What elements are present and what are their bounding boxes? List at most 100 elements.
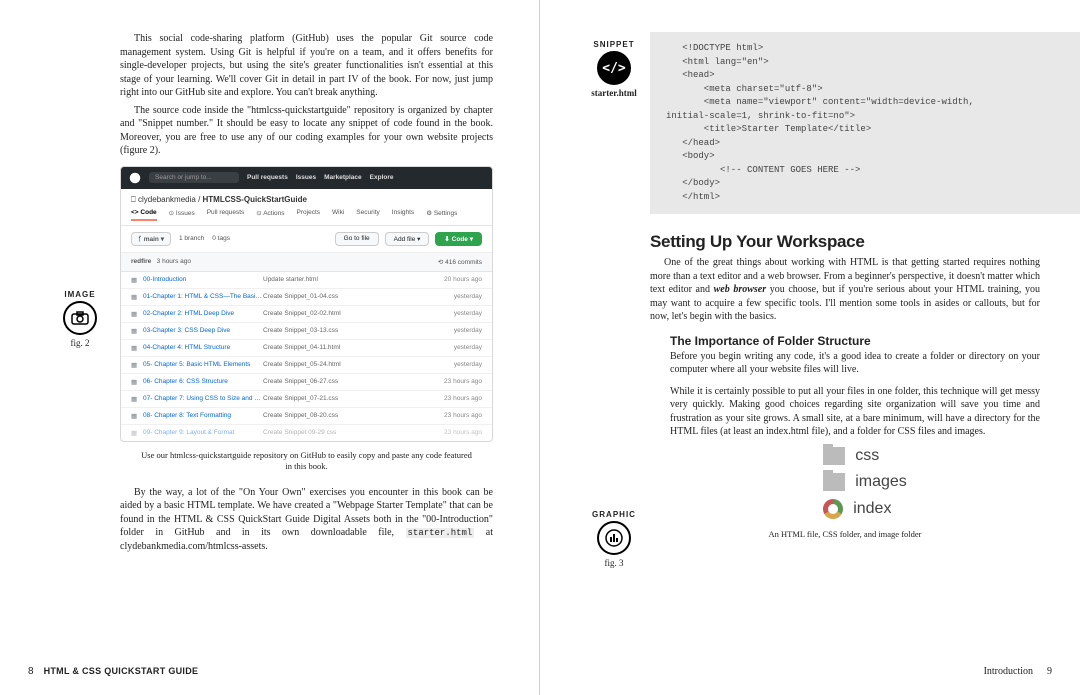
folder-para-2: While it is certainly possible to put al… <box>670 385 1040 439</box>
chart-icon <box>597 521 631 555</box>
gh-addfile-btn[interactable]: Add file ▾ <box>385 232 430 246</box>
folder-icon <box>823 473 845 491</box>
gh-branches[interactable]: 1 branch <box>179 235 204 242</box>
margin-badge-image: IMAGE fig. 2 <box>55 290 105 348</box>
folder-css: css <box>823 447 879 465</box>
code-line: <html lang="en"> <box>666 56 1064 70</box>
folder-images: images <box>823 473 907 491</box>
code-line: <!DOCTYPE html> <box>666 42 1064 56</box>
gh-file-row[interactable]: ▦01-Chapter 1: HTML & CSS—The Basi…Creat… <box>121 289 492 306</box>
para-3: By the way, a lot of the "On Your Own" e… <box>120 486 493 554</box>
folder-images-label: images <box>855 473 907 491</box>
gh-file-row[interactable]: ▦00-IntroductionUpdate starter.html20 ho… <box>121 272 492 289</box>
code-line: <head> <box>666 69 1064 83</box>
gh-commit-meta: redfire 3 hours ago ⟲ 416 commits <box>121 253 492 272</box>
gh-file-list: ▦00-IntroductionUpdate starter.html20 ho… <box>121 272 492 441</box>
para-1-text: This social code-sharing platform (GitHu… <box>120 33 493 98</box>
figure-2-caption: Use our htmlcss-quickstartguide reposito… <box>140 450 473 472</box>
folder-index: index <box>823 499 891 519</box>
gh-tab-projects[interactable]: Projects <box>297 209 320 221</box>
badge-snippet-file: starter.html <box>584 88 644 98</box>
code-snippet: <!DOCTYPE html> <html lang="en"> <head> … <box>650 32 1080 214</box>
gh-file-row[interactable]: ▦04-Chapter 4: HTML StructureCreate Snip… <box>121 340 492 357</box>
gh-owner[interactable]: clydebankmedia <box>138 195 196 204</box>
badge-graphic-label: GRAPHIC <box>584 510 644 519</box>
gh-tab-actions[interactable]: ⊙ Actions <box>256 209 284 221</box>
footer-left: 8 HTML & CSS QUICKSTART GUIDE <box>28 666 198 677</box>
gh-file-row[interactable]: ▦02-Chapter 2: HTML Deep DiveCreate Snip… <box>121 306 492 323</box>
gh-action-bar: ᚶ main ▾ 1 branch 0 tags Go to file Add … <box>121 226 492 253</box>
github-logo-icon <box>129 172 141 184</box>
code-line: <meta name="viewport" content="width=dev… <box>666 96 1064 110</box>
page-right: SNIPPET </> starter.html <!DOCTYPE html>… <box>540 0 1080 695</box>
gh-nav-explore[interactable]: Explore <box>370 174 394 181</box>
workspace-para: One of the great things about working wi… <box>650 256 1040 324</box>
gh-file-row[interactable]: ▦05- Chapter 5: Basic HTML ElementsCreat… <box>121 357 492 374</box>
gh-search-box[interactable]: Search or jump to... <box>149 172 239 183</box>
gh-header: Search or jump to... Pull requests Issue… <box>121 167 492 189</box>
heading-folder-structure: The Importance of Folder Structure <box>670 334 1040 348</box>
gh-file-row[interactable]: ▦06- Chapter 6: CSS StructureCreate Snip… <box>121 374 492 391</box>
heading-workspace: Setting Up Your Workspace <box>650 232 1040 252</box>
github-screenshot: Search or jump to... Pull requests Issue… <box>120 166 493 442</box>
gh-gotofile-btn[interactable]: Go to file <box>335 232 379 246</box>
margin-badge-snippet: SNIPPET </> starter.html <box>584 40 644 98</box>
gh-tab-security[interactable]: Security <box>356 209 379 221</box>
footer-right: Introduction 9 <box>984 666 1052 677</box>
para-2-text: The source code inside the "htmlcss-quic… <box>120 105 493 157</box>
gh-file-row[interactable]: ▦09- Chapter 9: Layout & FormatCreate Sn… <box>121 425 492 441</box>
folder-icon <box>823 447 845 465</box>
figure-3-caption: An HTML file, CSS folder, and image fold… <box>650 529 1040 539</box>
gh-nav-issues[interactable]: Issues <box>296 174 316 181</box>
gh-file-row[interactable]: ▦08- Chapter 8: Text FormattingCreate Sn… <box>121 408 492 425</box>
gh-code-btn[interactable]: ⬇ Code ▾ <box>435 232 482 246</box>
code-line: <meta charset="utf-8"> <box>666 83 1064 97</box>
para-2: The source code inside the "htmlcss-quic… <box>120 104 493 158</box>
gh-nav-market[interactable]: Marketplace <box>324 174 362 181</box>
badge-fig-3: fig. 3 <box>584 558 644 568</box>
code-line: <body> <box>666 150 1064 164</box>
folder-css-label: css <box>855 447 879 465</box>
starter-html-code: starter.html <box>406 528 475 538</box>
badge-arc-label: IMAGE <box>55 290 105 299</box>
web-browser-term: web browser <box>714 284 767 295</box>
gh-nav-pr[interactable]: Pull requests <box>247 174 288 181</box>
badge-fig-2: fig. 2 <box>55 338 105 348</box>
gh-last-time: 3 hours ago <box>157 258 191 265</box>
page-left: This social code-sharing platform (GitHu… <box>0 0 540 695</box>
section-name: Introduction <box>984 666 1033 677</box>
gh-file-row[interactable]: ▦03-Chapter 3: CSS Deep DiveCreate Snipp… <box>121 323 492 340</box>
gh-tab-insights[interactable]: Insights <box>392 209 414 221</box>
camera-icon <box>63 301 97 335</box>
gh-commits[interactable]: ⟲ 416 commits <box>438 258 482 266</box>
page-number-8: 8 <box>28 666 34 677</box>
gh-tab-issues[interactable]: ⊙ Issues <box>169 209 195 221</box>
margin-badge-graphic: GRAPHIC fig. 3 <box>584 510 644 568</box>
gh-tab-code[interactable]: <> Code <box>131 209 157 221</box>
folder-index-label: index <box>853 500 891 518</box>
folder-para-1: Before you begin writing any code, it's … <box>670 350 1040 377</box>
gh-repo[interactable]: HTMLCSS-QuickStartGuide <box>203 195 307 204</box>
gh-tags[interactable]: 0 tags <box>212 235 230 242</box>
gh-tab-wiki[interactable]: Wiki <box>332 209 344 221</box>
code-line: </body> <box>666 177 1064 191</box>
badge-snippet-label: SNIPPET <box>584 40 644 49</box>
code-line: <!-- CONTENT GOES HERE --> <box>666 164 1064 178</box>
code-line: <title>Starter Template</title> <box>666 123 1064 137</box>
gh-branch-btn[interactable]: ᚶ main ▾ <box>131 232 171 246</box>
book-title-footer: HTML & CSS QUICKSTART GUIDE <box>44 666 199 676</box>
code-line: initial-scale=1, shrink-to-fit=no"> <box>666 110 1064 124</box>
gh-tabs: <> Code ⊙ Issues Pull requests ⊙ Actions… <box>121 209 492 226</box>
gh-tab-pr[interactable]: Pull requests <box>207 209 245 221</box>
gh-last-user[interactable]: redfire <box>131 258 151 265</box>
gh-file-row[interactable]: ▦07- Chapter 7: Using CSS to Size and …C… <box>121 391 492 408</box>
gh-breadcrumb: ⎕ clydebankmedia / HTMLCSS-QuickStartGui… <box>121 189 492 209</box>
gh-nav: Pull requests Issues Marketplace Explore <box>247 174 394 181</box>
html-file-icon <box>823 499 843 519</box>
code-icon: </> <box>597 51 631 85</box>
code-line: </html> <box>666 191 1064 205</box>
code-line: </head> <box>666 137 1064 151</box>
gh-tab-settings[interactable]: ⚙ Settings <box>426 209 457 221</box>
para-1: This social code-sharing platform (GitHu… <box>120 32 493 100</box>
folder-diagram: css images index <box>823 447 907 519</box>
